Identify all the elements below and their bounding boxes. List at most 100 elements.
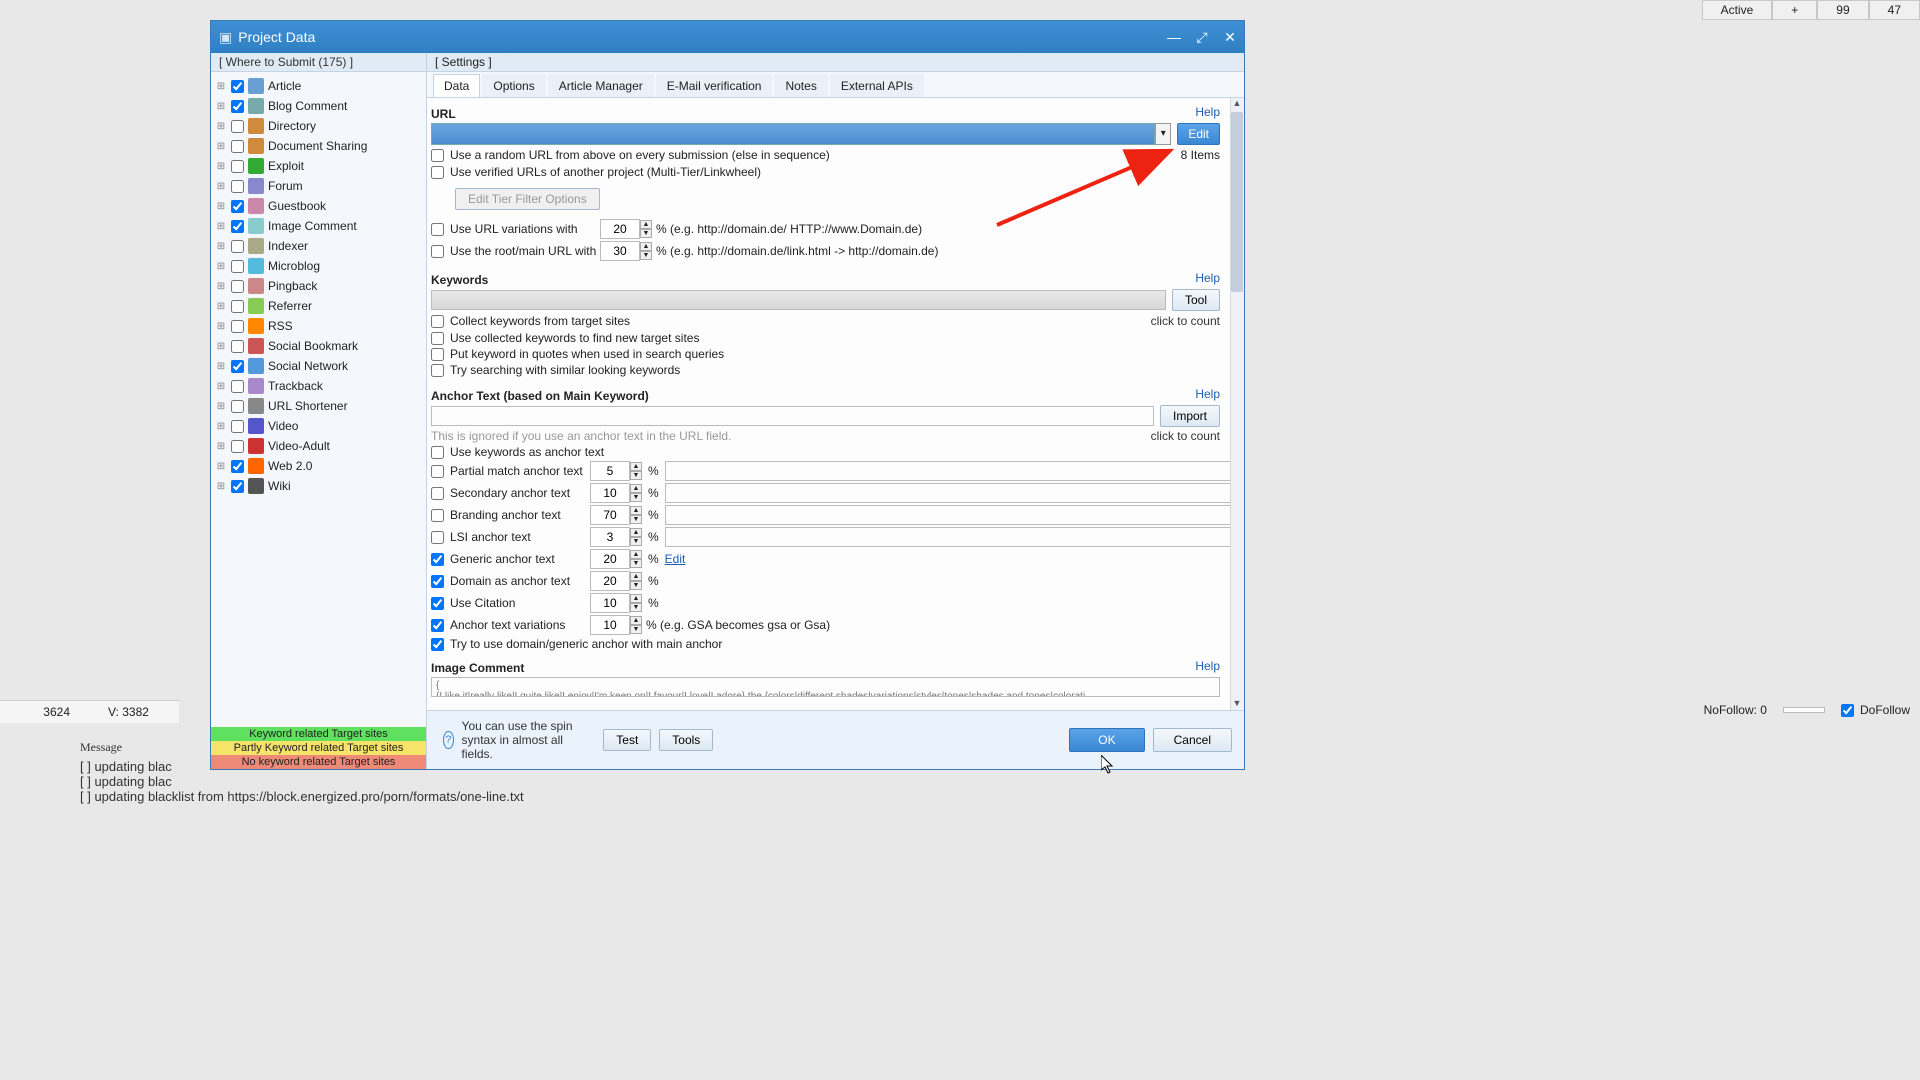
image-comment-help[interactable]: Help [1195,659,1220,673]
root-url-value[interactable] [600,241,640,261]
opt-kw-quotes-checkbox[interactable] [431,348,444,361]
expand-icon[interactable]: ⊞ [215,241,227,252]
engine-checkbox[interactable] [231,80,244,93]
url-help[interactable]: Help [1195,105,1220,119]
engine-checkbox[interactable] [231,280,244,293]
engine-checkbox[interactable] [231,140,244,153]
engine-checkbox[interactable] [231,200,244,213]
expand-icon[interactable]: ⊞ [215,461,227,472]
opt-anchor-variations-checkbox[interactable] [431,619,444,632]
tree-item[interactable]: ⊞Referrer [211,296,426,316]
tab-options[interactable]: Options [482,74,545,97]
tree-item[interactable]: ⊞Microblog [211,256,426,276]
tree-item[interactable]: ⊞Social Network [211,356,426,376]
opt-collect-kw-checkbox[interactable] [431,315,444,328]
tab-data[interactable]: Data [433,74,480,97]
anchor-count-link[interactable]: click to count [1151,429,1220,443]
engine-checkbox[interactable] [231,220,244,233]
citation-value[interactable] [590,593,630,613]
cancel-button[interactable]: Cancel [1153,728,1232,752]
spin-up-icon[interactable]: ▲ [640,242,652,251]
anchor-import-button[interactable]: Import [1160,405,1220,427]
expand-icon[interactable]: ⊞ [215,421,227,432]
expand-icon[interactable]: ⊞ [215,121,227,132]
tree-item[interactable]: ⊞Video-Adult [211,436,426,456]
expand-icon[interactable]: ⊞ [215,161,227,172]
tree-item[interactable]: ⊞Wiki [211,476,426,496]
close-button[interactable]: ✕ [1216,25,1244,49]
tree-item[interactable]: ⊞Exploit [211,156,426,176]
engine-checkbox[interactable] [231,180,244,193]
scrollbar[interactable]: ▲ ▼ [1230,98,1244,710]
expand-icon[interactable]: ⊞ [215,261,227,272]
expand-icon[interactable]: ⊞ [215,341,227,352]
keywords-tool-button[interactable]: Tool [1172,289,1220,311]
spin-up-icon[interactable]: ▲ [640,220,652,229]
tree-item[interactable]: ⊞Guestbook [211,196,426,216]
status-plus[interactable]: + [1772,0,1817,20]
partial-anchor-value[interactable] [590,461,630,481]
spin-down-icon[interactable]: ▼ [640,251,652,260]
expand-icon[interactable]: ⊞ [215,401,227,412]
tree-item[interactable]: ⊞Forum [211,176,426,196]
opt-citation-checkbox[interactable] [431,597,444,610]
titlebar[interactable]: ▣ Project Data — ⤢ ✕ [211,21,1244,53]
keywords-help[interactable]: Help [1195,271,1220,285]
engine-checkbox[interactable] [231,420,244,433]
tree-item[interactable]: ⊞URL Shortener [211,396,426,416]
opt-secondary-anchor-checkbox[interactable] [431,487,444,500]
engine-checkbox[interactable] [231,360,244,373]
tree-item[interactable]: ⊞Pingback [211,276,426,296]
expand-icon[interactable]: ⊞ [215,281,227,292]
engine-checkbox[interactable] [231,240,244,253]
engine-checkbox[interactable] [231,320,244,333]
opt-branding-anchor-checkbox[interactable] [431,509,444,522]
opt-kw-similar-checkbox[interactable] [431,364,444,377]
generic-edit-link[interactable]: Edit [665,552,686,566]
engine-checkbox[interactable] [231,160,244,173]
anchor-help[interactable]: Help [1195,387,1220,401]
engine-checkbox[interactable] [231,480,244,493]
generic-anchor-value[interactable] [590,549,630,569]
scroll-down-icon[interactable]: ▼ [1231,698,1243,710]
expand-icon[interactable]: ⊞ [215,321,227,332]
ok-button[interactable]: OK [1069,728,1144,752]
tree-item[interactable]: ⊞Directory [211,116,426,136]
tree-item[interactable]: ⊞Trackback [211,376,426,396]
engine-checkbox[interactable] [231,100,244,113]
scroll-thumb[interactable] [1231,112,1243,292]
opt-verified-checkbox[interactable] [431,166,444,179]
engine-checkbox[interactable] [231,120,244,133]
expand-icon[interactable]: ⊞ [215,221,227,232]
expand-icon[interactable]: ⊞ [215,141,227,152]
tab-e-mail-verification[interactable]: E-Mail verification [656,74,773,97]
tree-item[interactable]: ⊞RSS [211,316,426,336]
tree-item[interactable]: ⊞Video [211,416,426,436]
opt-use-collected-checkbox[interactable] [431,332,444,345]
opt-partial-anchor-checkbox[interactable] [431,465,444,478]
expand-icon[interactable]: ⊞ [215,81,227,92]
url-input[interactable] [431,123,1155,145]
test-button[interactable]: Test [603,729,651,751]
anchor-variations-value[interactable] [590,615,630,635]
branding-anchor-value[interactable] [590,505,630,525]
maximize-button[interactable]: ⤢ [1188,25,1216,49]
expand-icon[interactable]: ⊞ [215,481,227,492]
spin-down-icon[interactable]: ▼ [640,229,652,238]
minimize-button[interactable]: — [1160,25,1188,49]
secondary-anchor-input[interactable] [665,483,1234,503]
tab-article-manager[interactable]: Article Manager [548,74,654,97]
tab-notes[interactable]: Notes [774,74,827,97]
opt-kw-anchor-checkbox[interactable] [431,446,444,459]
lsi-anchor-input[interactable] [665,527,1234,547]
expand-icon[interactable]: ⊞ [215,381,227,392]
dofollow-checkbox[interactable] [1841,704,1854,717]
opt-domain-anchor-checkbox[interactable] [431,575,444,588]
url-dropdown-icon[interactable]: ▾ [1155,123,1171,145]
tree-item[interactable]: ⊞Blog Comment [211,96,426,116]
opt-url-variations-checkbox[interactable] [431,223,444,236]
secondary-anchor-value[interactable] [590,483,630,503]
tree-item[interactable]: ⊞Social Bookmark [211,336,426,356]
expand-icon[interactable]: ⊞ [215,101,227,112]
expand-icon[interactable]: ⊞ [215,441,227,452]
